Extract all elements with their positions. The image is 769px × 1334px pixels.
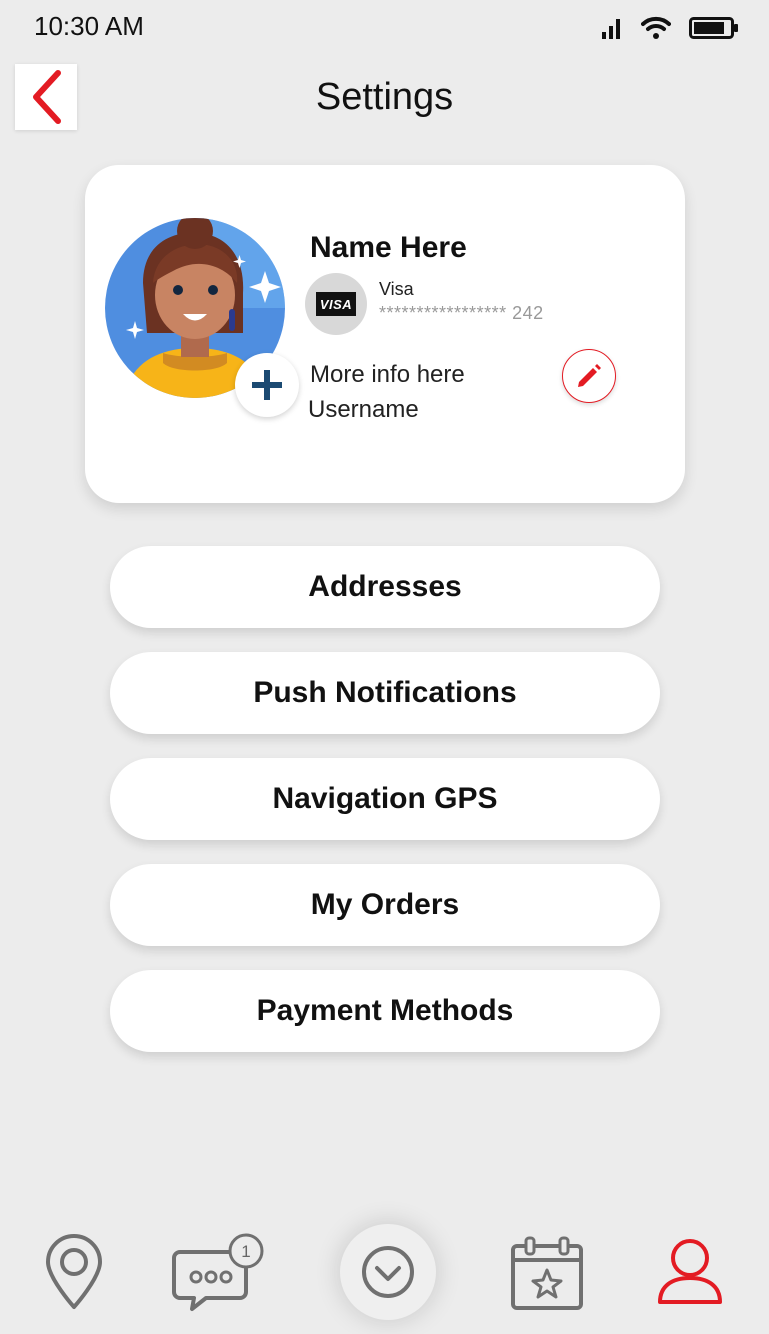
more-info: More info here bbox=[310, 361, 465, 388]
page-title: Settings bbox=[315, 76, 454, 118]
card-number: ***************** 242 bbox=[379, 303, 544, 323]
edit-profile-button[interactable] bbox=[562, 349, 616, 403]
push-notifications-button[interactable]: Push Notifications bbox=[110, 652, 660, 734]
status-bar: 10:30 AM bbox=[0, 0, 769, 56]
settings-menu: Addresses Push Notifications Navigation … bbox=[110, 546, 660, 1076]
nav-profile[interactable] bbox=[656, 1238, 724, 1311]
profile-name: Name Here bbox=[310, 231, 467, 264]
status-icons bbox=[601, 16, 739, 40]
payment-methods-button[interactable]: Payment Methods bbox=[110, 970, 660, 1052]
bottom-nav: 1 bbox=[0, 1210, 769, 1334]
nav-location[interactable] bbox=[44, 1234, 104, 1315]
my-orders-button[interactable]: My Orders bbox=[110, 864, 660, 946]
status-time: 10:30 AM bbox=[34, 11, 144, 41]
calendar-star-icon bbox=[511, 1236, 583, 1310]
navigation-gps-button[interactable]: Navigation GPS bbox=[110, 758, 660, 840]
profile-card: Name Here VISA Visa ***************** 24… bbox=[85, 165, 685, 503]
card-type: Visa bbox=[379, 279, 414, 299]
battery-icon bbox=[689, 17, 738, 39]
nav-messages[interactable]: 1 bbox=[172, 1232, 268, 1317]
nav-center-button[interactable] bbox=[340, 1224, 436, 1320]
pencil-icon bbox=[578, 364, 601, 387]
user-icon bbox=[658, 1239, 722, 1304]
wifi-icon bbox=[641, 16, 671, 39]
chat-badge-count: 1 bbox=[241, 1242, 250, 1261]
signal-icon bbox=[602, 19, 620, 39]
add-photo-button[interactable] bbox=[235, 353, 299, 417]
addresses-button[interactable]: Addresses bbox=[110, 546, 660, 628]
plus-icon bbox=[252, 370, 282, 400]
card-chip: VISA bbox=[305, 273, 367, 335]
chevron-down-circle-icon bbox=[362, 1246, 414, 1298]
chat-icon: 1 bbox=[172, 1233, 264, 1311]
username: Username bbox=[308, 396, 419, 423]
visa-logo: VISA bbox=[316, 292, 356, 316]
location-pin-icon bbox=[46, 1234, 102, 1309]
nav-calendar[interactable] bbox=[510, 1236, 584, 1317]
